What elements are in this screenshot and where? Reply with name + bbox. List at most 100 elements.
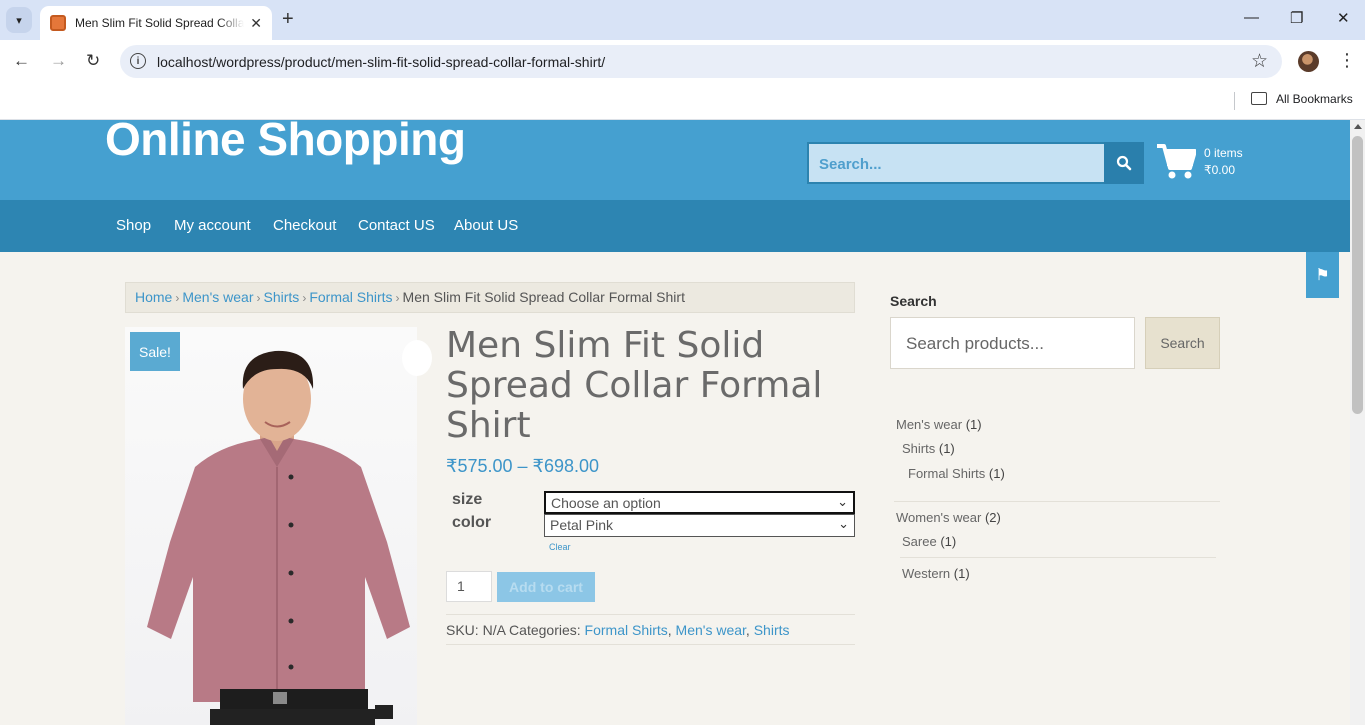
breadcrumb-mens-wear[interactable]: Men's wear [182,289,253,305]
category-saree[interactable]: Saree (1) [902,534,956,549]
breadcrumb-home[interactable]: Home [135,289,172,305]
main-nav: Shop My account Checkout Contact US Abou… [0,200,1350,252]
product-title: Men Slim Fit Solid Spread Collar Formal … [446,325,823,446]
info-icon[interactable]: i [130,53,146,69]
header-search-button[interactable] [1104,142,1144,184]
category-count: (1) [938,441,955,456]
zoom-icon[interactable] [402,340,432,376]
size-label: size [452,491,483,508]
header-search: Search... [807,142,1144,184]
scrollbar-thumb[interactable] [1352,136,1363,414]
size-select-value: Choose an option [551,495,661,511]
restore-icon[interactable]: ❐ [1290,9,1303,27]
tab-search-icon[interactable]: ▾ [6,7,32,33]
cart-summary[interactable]: 0 items ₹0.00 [1204,145,1243,179]
all-bookmarks-link[interactable]: All Bookmarks [1276,92,1353,106]
close-window-icon[interactable]: ✕ [1337,9,1350,27]
sidebar-search-button[interactable]: Search [1145,317,1220,369]
sidebar-search-heading: Search [890,293,937,309]
page-viewport: Online Shopping Search... 0 items ₹0.00 … [0,120,1350,725]
breadcrumb-current: Men Slim Fit Solid Spread Collar Formal … [402,289,685,305]
chevron-down-icon: ⌄ [838,516,849,531]
chevron-right-icon: › [302,291,307,305]
color-select-value: Petal Pink [550,517,614,533]
color-label: color [452,514,492,531]
add-to-cart-button[interactable]: Add to cart [497,572,595,602]
breadcrumb: Home › Men's wear › Shirts › Formal Shirts › Men… [125,282,855,313]
url-text[interactable]: localhost/wordpress/product/men-slim-fit… [157,54,605,70]
sku-label: SKU: [446,622,479,638]
favicon-icon [50,15,66,31]
category-mens-wear[interactable]: Men's wear (1) [896,417,982,432]
category-western[interactable]: Western (1) [902,566,970,581]
browser-tab-bar: ▾ Men Slim Fit Solid Spread Colla ✕ + — … [0,0,1365,40]
nav-my-account[interactable]: My account [174,217,251,234]
sidebar-search-input[interactable]: Search products... [890,317,1135,369]
category-count: (1) [965,417,982,432]
breadcrumb-formal-shirts[interactable]: Formal Shirts [309,289,392,305]
size-select[interactable]: Choose an option ⌄ [544,491,855,514]
category-link-mens-wear[interactable]: Men's wear [676,622,746,638]
forward-icon[interactable]: → [50,51,67,71]
category-name[interactable]: Saree [902,534,937,549]
address-bar[interactable]: i localhost/wordpress/product/men-slim-f… [120,45,1282,78]
folder-icon[interactable] [1251,92,1267,105]
category-count: (2) [984,510,1001,525]
search-icon [1116,155,1132,171]
pin-icon[interactable]: ⚑ [1306,252,1339,298]
plus-icon[interactable]: + [282,8,294,31]
scroll-up-icon[interactable] [1354,124,1362,129]
nav-shop[interactable]: Shop [116,217,151,234]
category-womens-wear[interactable]: Women's wear (2) [896,510,1001,525]
category-count: (1) [940,534,957,549]
category-count: (1) [953,566,970,581]
category-name[interactable]: Western [902,566,950,581]
avatar[interactable] [1298,51,1319,72]
back-icon[interactable]: ← [13,51,30,71]
product-price: ₹575.00 – ₹698.00 [446,456,600,476]
site-title[interactable]: Online Shopping [105,120,466,166]
reload-icon[interactable]: ↻ [86,51,100,71]
chevron-down-icon: ⌄ [837,494,848,509]
product-meta: SKU: N/A Categories: Formal Shirts, Men'… [446,614,855,645]
nav-about-us[interactable]: About US [454,217,518,234]
cart-icon[interactable] [1156,142,1196,180]
minimize-icon[interactable]: — [1244,9,1259,26]
sale-badge: Sale! [130,332,180,371]
shirt-model-illustration [147,350,410,725]
category-formal-shirts[interactable]: Formal Shirts (1) [908,466,1005,481]
color-select[interactable]: Petal Pink ⌄ [544,514,855,537]
tab-title: Men Slim Fit Solid Spread Colla [75,16,245,30]
product-image[interactable] [125,327,417,725]
breadcrumb-shirts[interactable]: Shirts [264,289,300,305]
page-scrollbar[interactable] [1350,120,1365,725]
category-shirts[interactable]: Shirts (1) [902,441,955,456]
nav-contact-us[interactable]: Contact US [358,217,435,234]
chevron-right-icon: › [395,291,400,305]
chevron-right-icon: › [256,291,261,305]
header-search-input[interactable]: Search... [807,142,1104,184]
browser-tab[interactable]: Men Slim Fit Solid Spread Colla ✕ [40,6,272,40]
star-icon[interactable]: ☆ [1251,50,1268,73]
category-name[interactable]: Men's wear [896,417,962,432]
chevron-right-icon: › [175,291,180,305]
browser-toolbar: ← → ↻ i localhost/wordpress/product/men-… [0,40,1365,84]
bookmarks-bar: All Bookmarks [0,84,1365,120]
quantity-input[interactable]: 1 [446,571,492,602]
cart-items: 0 items [1204,146,1243,160]
site-header: Online Shopping Search... 0 items ₹0.00 [0,120,1350,200]
close-icon[interactable]: ✕ [250,15,262,32]
category-name[interactable]: Formal Shirts [908,466,985,481]
category-link-shirts[interactable]: Shirts [754,622,790,638]
divider [900,557,1216,558]
category-link-formal-shirts[interactable]: Formal Shirts [585,622,668,638]
categories-label: Categories: [509,622,581,638]
sku-value: N/A [482,622,506,638]
nav-checkout[interactable]: Checkout [273,217,336,234]
divider [1234,92,1235,110]
divider [894,501,1220,502]
category-name[interactable]: Women's wear [896,510,981,525]
menu-icon[interactable]: ⋮ [1338,50,1356,71]
category-name[interactable]: Shirts [902,441,935,456]
clear-variations-link[interactable]: Clear [549,542,571,552]
